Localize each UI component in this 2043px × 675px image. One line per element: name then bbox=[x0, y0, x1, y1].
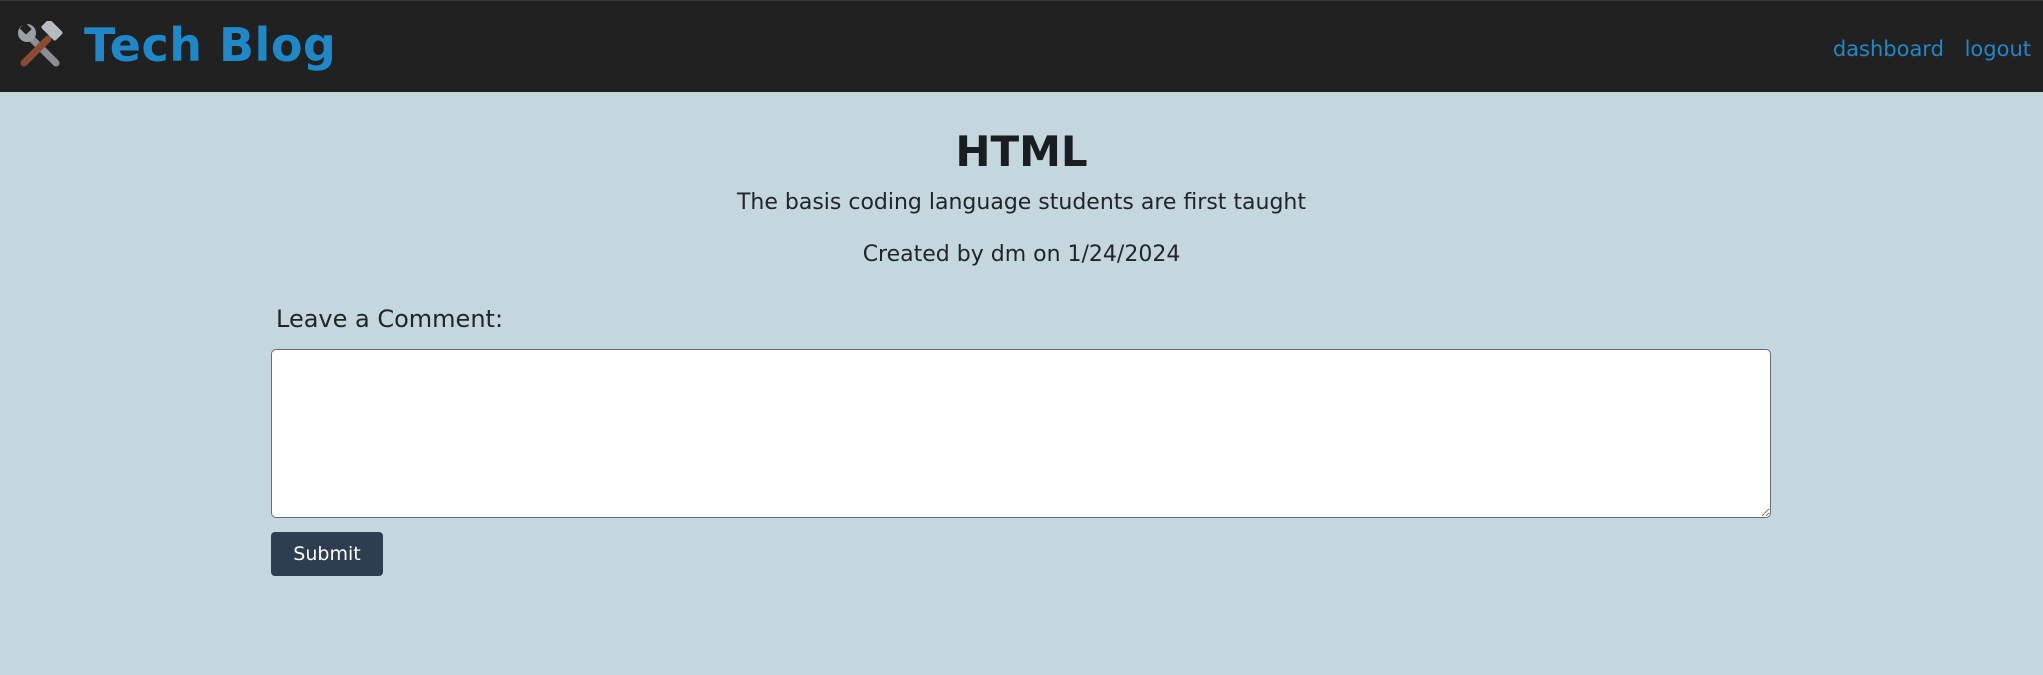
brand-title[interactable]: Tech Blog bbox=[84, 16, 336, 74]
logout-link[interactable]: logout bbox=[1965, 37, 2031, 61]
post-description: The basis coding language students are f… bbox=[736, 190, 1307, 215]
navbar: Tech Blog dashboard logout bbox=[0, 0, 2043, 92]
nav-links: dashboard logout bbox=[1819, 35, 2031, 63]
comment-label: Leave a Comment: bbox=[276, 305, 504, 333]
dashboard-link[interactable]: dashboard bbox=[1833, 37, 1944, 61]
post-meta: Created by dm on 1/24/2024 bbox=[862, 242, 1181, 267]
submit-button[interactable]: Submit bbox=[271, 532, 383, 576]
comment-input[interactable] bbox=[271, 349, 1771, 518]
hammer-and-wrench-icon bbox=[16, 19, 64, 69]
post-title: HTML bbox=[955, 127, 1088, 176]
